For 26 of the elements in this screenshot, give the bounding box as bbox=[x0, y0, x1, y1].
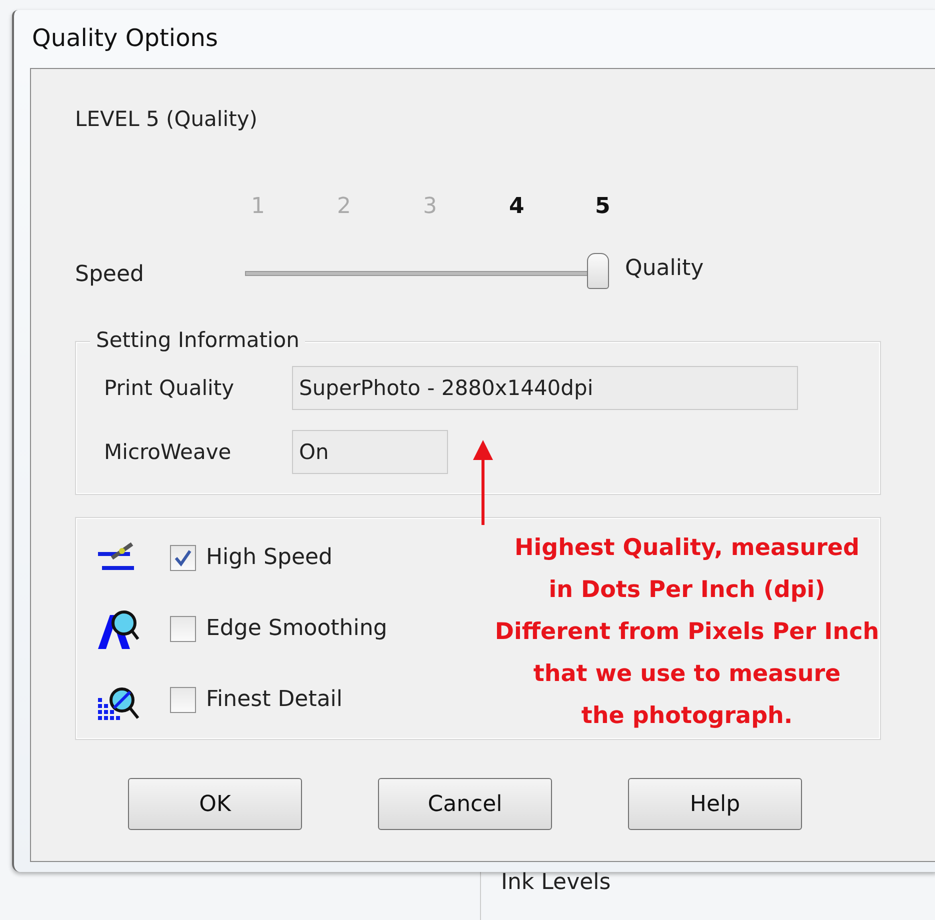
tick-label: 3 bbox=[423, 194, 437, 219]
dialog-button[interactable]: Cancel bbox=[378, 778, 552, 830]
annotation-text: in Dots Per Inch (dpi) bbox=[548, 576, 826, 605]
tick-label: 5 bbox=[595, 194, 609, 219]
tick-label: 4 bbox=[509, 194, 523, 219]
quality-label: Quality bbox=[625, 256, 704, 283]
checkbox-label[interactable]: Finest Detail bbox=[206, 687, 343, 712]
readonly-field: SuperPhoto - 2880x1440dpi bbox=[292, 366, 798, 410]
field-label: Print Quality bbox=[103, 376, 234, 400]
annotation-text: that we use to measure bbox=[533, 660, 841, 689]
dialog-button[interactable]: OK bbox=[128, 778, 302, 830]
annotation-text: Different from Pixels Per Inch bbox=[494, 618, 880, 647]
checkbox-label[interactable]: High Speed bbox=[206, 545, 333, 570]
annotation-text: the photograph. bbox=[581, 702, 793, 731]
level-label: LEVEL 5 (Quality) bbox=[75, 107, 258, 131]
checkbox-label[interactable]: Edge Smoothing bbox=[206, 616, 388, 641]
speed-label: Speed bbox=[75, 262, 144, 289]
ink-levels-label: Ink Levels bbox=[501, 872, 611, 894]
dialog-button[interactable]: Help bbox=[628, 778, 802, 830]
annotation-text: Highest Quality, measured bbox=[514, 534, 860, 563]
tick-label: 1 bbox=[251, 194, 265, 219]
field-label: MicroWeave bbox=[103, 440, 232, 464]
readonly-field: On bbox=[292, 430, 448, 474]
group-title: Setting Information bbox=[90, 328, 306, 352]
tick-label: 2 bbox=[337, 194, 351, 219]
window-title: Quality Options bbox=[31, 23, 219, 54]
